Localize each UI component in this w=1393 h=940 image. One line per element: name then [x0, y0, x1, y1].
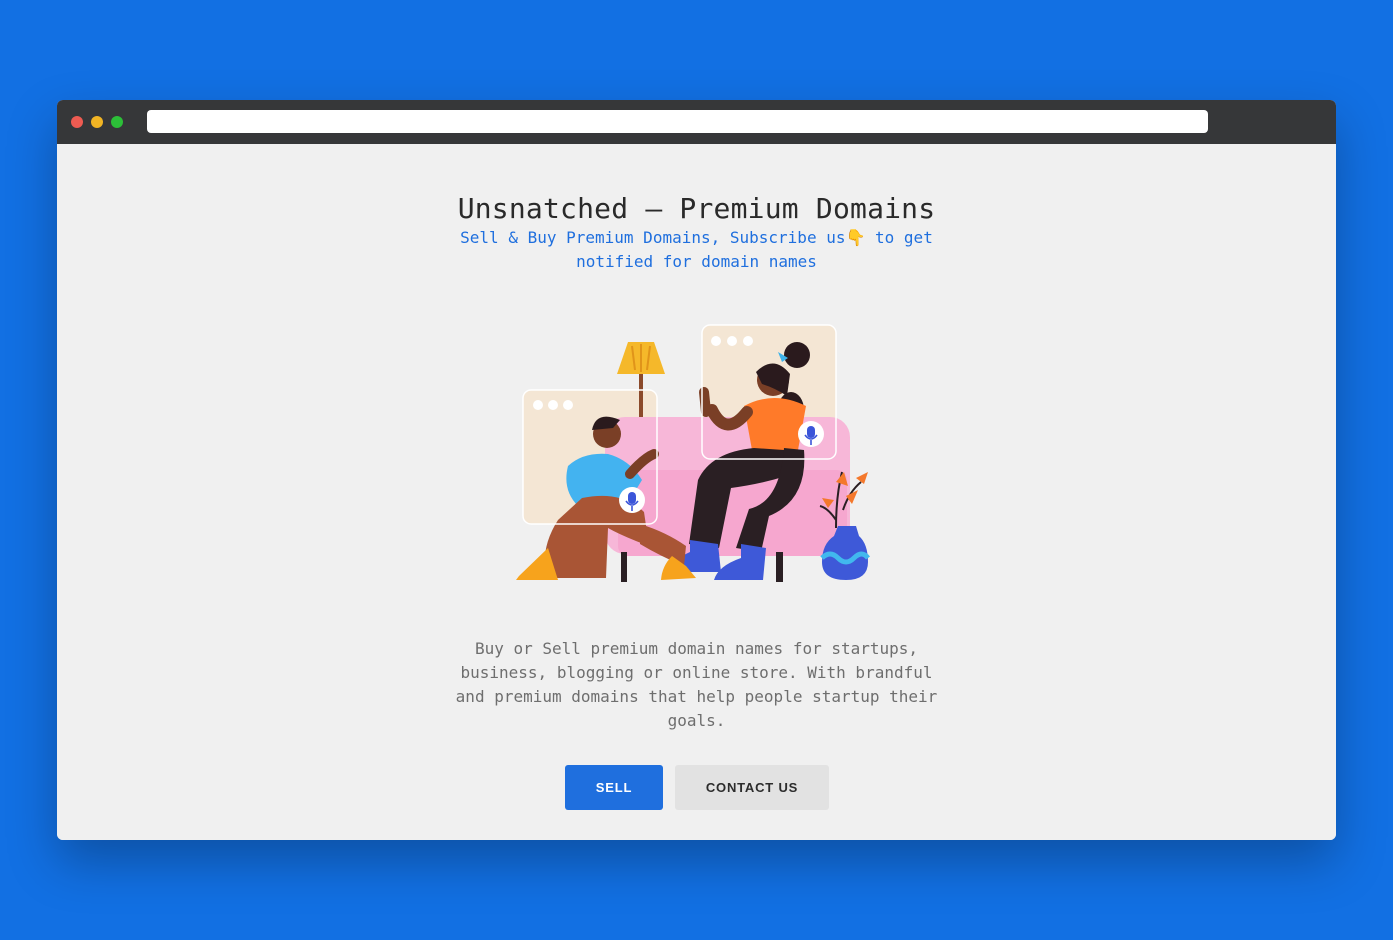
page-subtitle: Sell & Buy Premium Domains, Subscribe us…	[460, 228, 933, 271]
address-bar[interactable]	[147, 110, 1208, 133]
page-title: Unsnatched – Premium Domains	[457, 192, 936, 225]
page-description: Buy or Sell premium domain names for sta…	[455, 639, 938, 730]
contact-us-button[interactable]: CONTACT US	[675, 765, 829, 810]
page-content: Unsnatched – Premium Domains Sell & Buy …	[57, 144, 1336, 840]
maximize-window-button[interactable]	[111, 116, 123, 128]
sell-button[interactable]: SELL	[565, 765, 663, 810]
two-people-video-call-illustration	[516, 324, 870, 582]
minimize-window-button[interactable]	[91, 116, 103, 128]
close-window-button[interactable]	[71, 116, 83, 128]
browser-window: Unsnatched – Premium Domains Sell & Buy …	[57, 100, 1336, 840]
browser-titlebar	[57, 100, 1336, 144]
